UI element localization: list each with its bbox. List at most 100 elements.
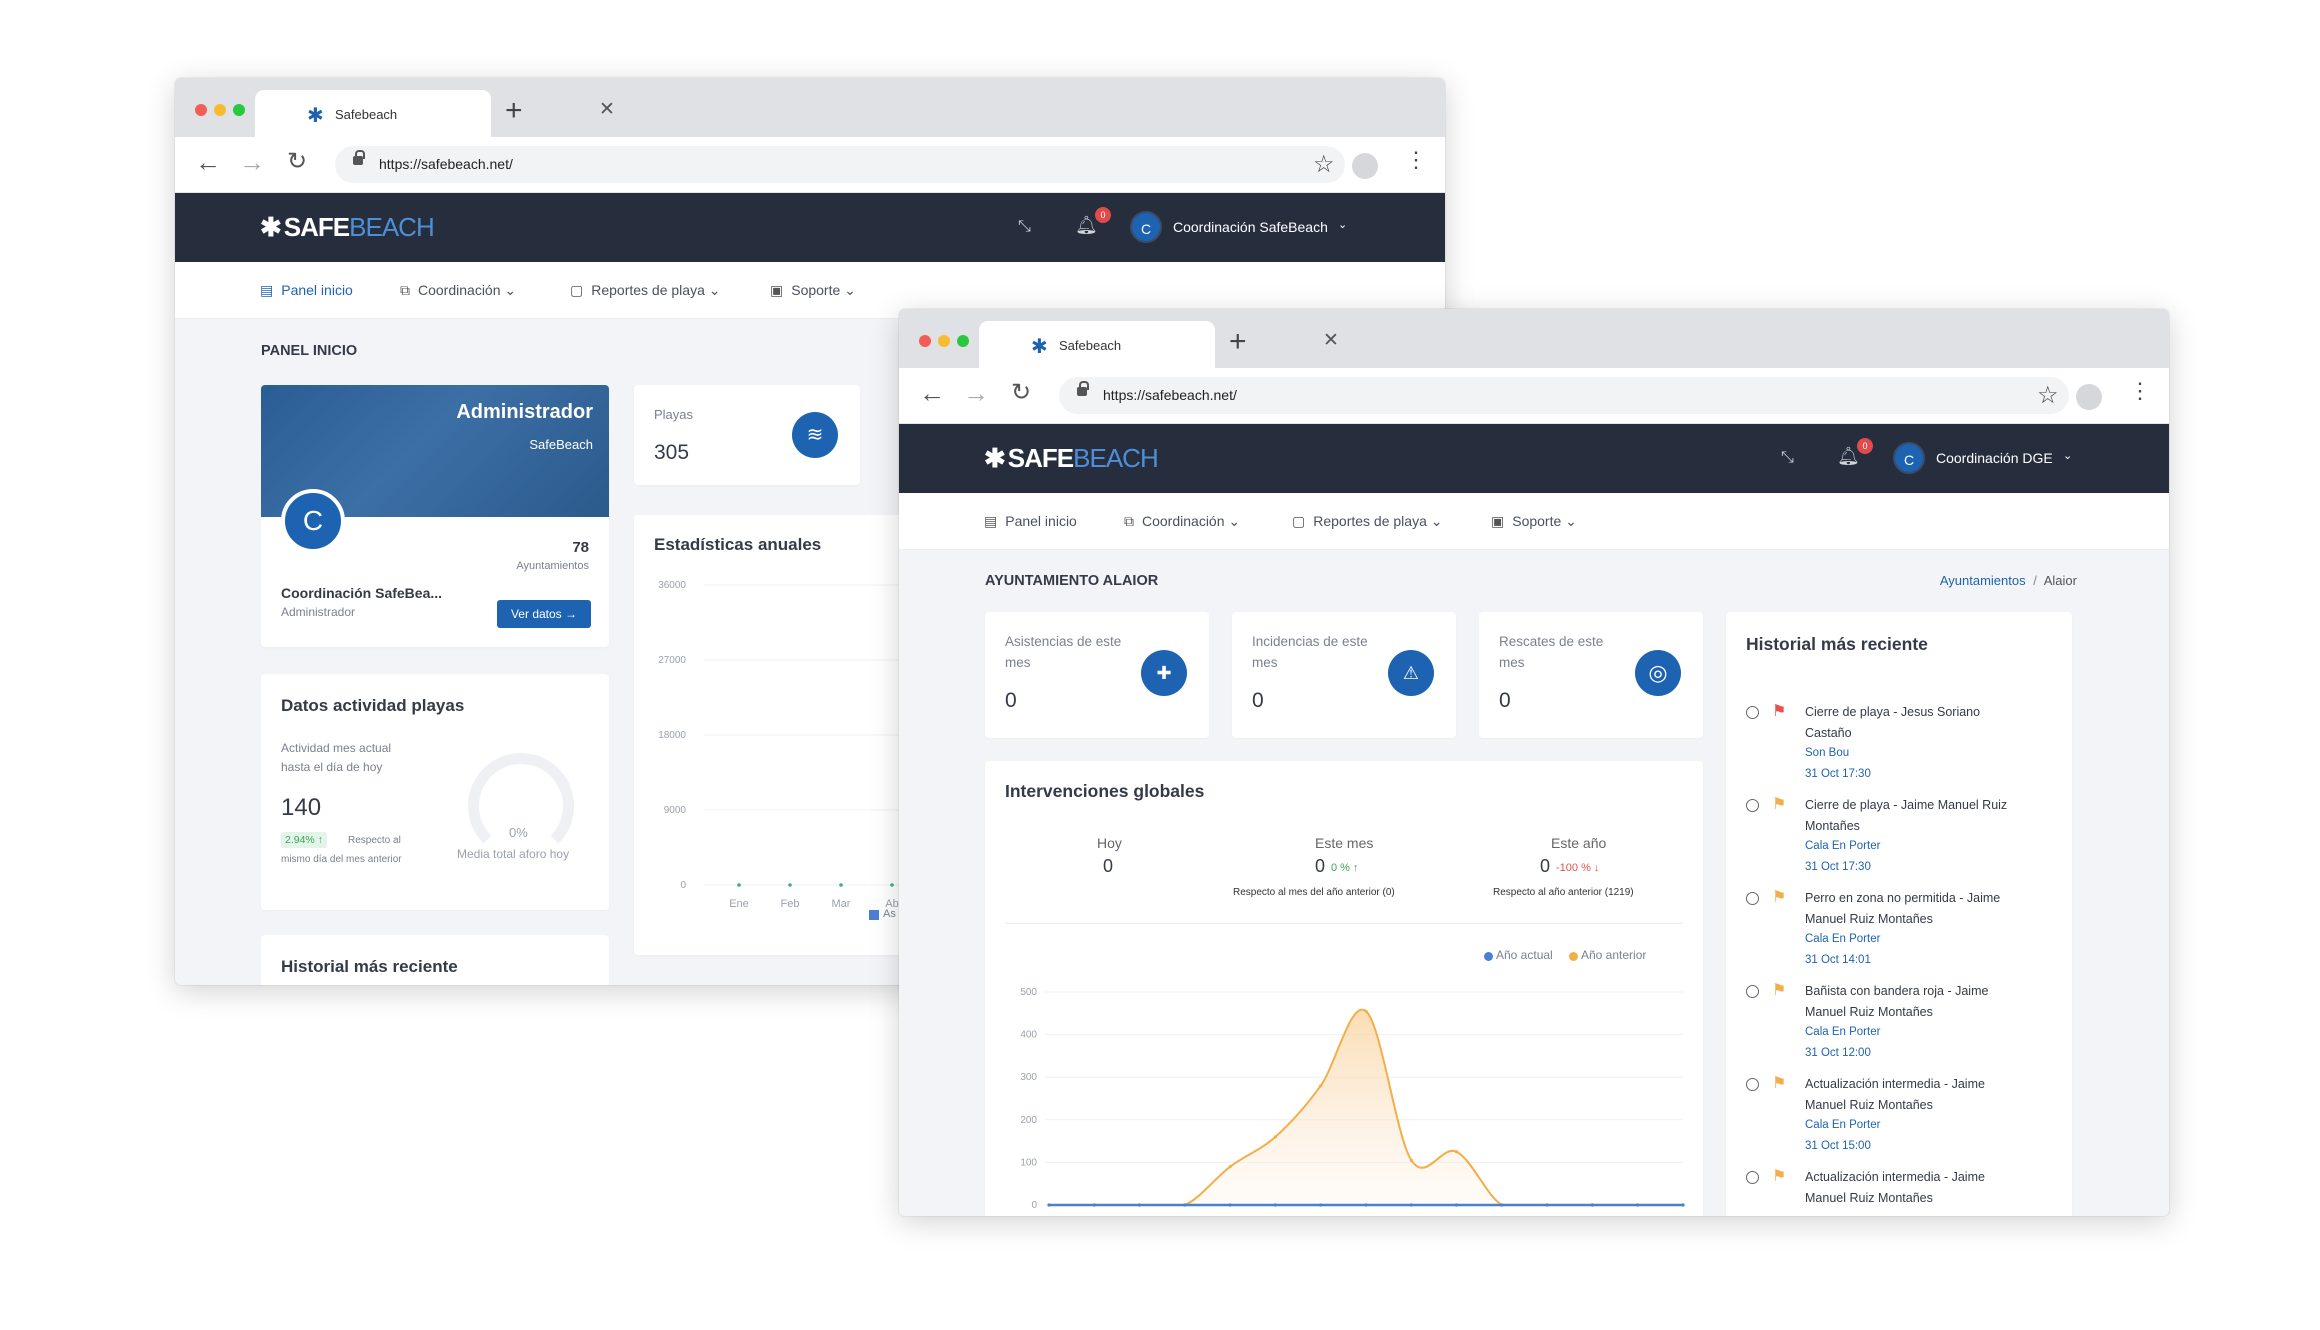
activity-pct-note-2: mismo día del mes anterior [281, 854, 402, 865]
user-name[interactable]: Coordinación DGE [1936, 450, 2053, 466]
chevron-down-icon[interactable]: ⌄ [2063, 451, 2072, 462]
y-tick-label: 18000 [658, 730, 686, 741]
close-window-dot[interactable] [195, 104, 207, 116]
history-item[interactable]: ⚑ Cierre de playa - Jaime Manuel Ruiz Mon… [1726, 795, 2072, 885]
history-place[interactable]: Cala En Porter [1805, 1119, 1880, 1131]
aforo-gauge [468, 753, 574, 859]
activity-pct-badge: 2.94% ↑ [281, 832, 327, 848]
legend-label: As [883, 908, 896, 920]
history-item[interactable]: ⚑ Cierre de playa - Jesus Soriano Castaño… [1726, 702, 2072, 792]
menu-reportes[interactable]: ▢ Reportes de playa ⌄ [570, 282, 721, 299]
menu-coordinacion[interactable]: ⧉ Coordinación ⌄ [1124, 513, 1240, 530]
forward-arrow-icon[interactable]: → [963, 380, 989, 406]
history-place[interactable]: Son Bou [1805, 747, 1849, 759]
safebeach-logo[interactable]: ✱ SAFEBEACH [984, 443, 1159, 473]
menu-reportes[interactable]: ▢ Reportes de playa ⌄ [1292, 513, 1443, 530]
compress-icon[interactable]: ⤡ [1781, 450, 1794, 466]
activity-card: Datos actividad playas Actividad mes act… [261, 674, 609, 910]
user-avatar[interactable]: C [1893, 442, 1925, 474]
bookmark-star-icon[interactable]: ☆ [1313, 150, 1335, 179]
maximize-window-dot[interactable] [233, 104, 245, 116]
logo-mark-icon: ✱ [984, 443, 1006, 473]
gauge-value: 0% [509, 825, 528, 840]
previous-year-point [1454, 1150, 1459, 1154]
url-field[interactable]: https://safebeach.net/ ☆ [1059, 377, 2069, 414]
playas-card: Playas 305 ≋ [634, 385, 860, 485]
menu-soporte[interactable]: ▣ Soporte ⌄ [1491, 513, 1577, 530]
minimize-window-dot[interactable] [214, 104, 226, 116]
user-avatar[interactable]: C [1130, 211, 1162, 243]
logo-mark-icon: ✱ [260, 212, 282, 242]
flag-icon: ⚑ [1772, 1168, 1787, 1185]
history-place[interactable]: Cala En Porter [1805, 840, 1880, 852]
stat-label-1: Asistencias de este [1005, 634, 1122, 649]
safebeach-logo[interactable]: ✱ SAFEBEACH [260, 212, 435, 242]
browser-tab[interactable]: ✱ Safebeach [255, 90, 491, 137]
reload-icon[interactable]: ↻ [1011, 381, 1031, 405]
bookmark-star-icon[interactable]: ☆ [2037, 381, 2059, 410]
menu-panel-inicio[interactable]: ▤ Panel inicio [984, 513, 1077, 530]
logo-text-beach: BEACH [1073, 443, 1159, 473]
monitor-icon: ⧉ [400, 282, 410, 298]
new-tab-icon[interactable]: + [505, 96, 523, 126]
menu-soporte[interactable]: ▣ Soporte ⌄ [770, 282, 856, 299]
x-tick-label: Feb [781, 898, 800, 910]
medkit-icon: ✚ [1141, 650, 1187, 696]
close-tab-icon[interactable]: ✕ [1323, 331, 1339, 350]
previous-year-area [1049, 1009, 1683, 1205]
annual-stats-card: Estadísticas anuales 0 9000 18000 27000 3600… [634, 515, 934, 955]
history-place[interactable]: Cala En Porter [1805, 1026, 1880, 1038]
close-window-dot[interactable] [919, 335, 931, 347]
chevron-down-icon[interactable]: ⌄ [1338, 220, 1347, 231]
page-title: PANEL INICIO [261, 343, 358, 359]
y-tick-label: 0 [680, 880, 686, 891]
profile-card: Administrador SafeBeach C 78 Ayuntamient… [261, 385, 609, 647]
menu-panel-inicio[interactable]: ▤ Panel inicio [260, 282, 353, 299]
url-field[interactable]: https://safebeach.net/ ☆ [335, 146, 1345, 183]
bell-icon[interactable]: 🔔︎ [1075, 216, 1098, 234]
activity-value: 140 [281, 794, 322, 821]
browser-menu-icon[interactable]: ⋮ [1405, 149, 1427, 171]
clipboard-icon: ▢ [570, 282, 584, 298]
logo-text-safe: SAFE [1007, 443, 1074, 473]
bell-icon[interactable]: 🔔︎ [1837, 447, 1860, 465]
browser-tab[interactable]: ✱ Safebeach [979, 321, 1215, 368]
back-arrow-icon[interactable]: ← [195, 149, 221, 175]
browser-menu-icon[interactable]: ⋮ [2129, 380, 2151, 402]
current-year-point [1183, 1203, 1187, 1207]
browser-profile-icon[interactable] [2076, 384, 2102, 410]
y-tick-label: 200 [1020, 1115, 1037, 1126]
stat-card-rescates: Rescates de este mes 0 ◎ [1479, 612, 1703, 738]
warning-icon: ⚠︎ [1388, 650, 1434, 696]
history-item[interactable]: ⚑ Actualización intermedia - Jaime Manuel… [1726, 1074, 2072, 1164]
front-history-card: Historial más reciente ⚑ Cierre de playa … [1726, 612, 2072, 1216]
stat-value: 0 [1252, 689, 1264, 712]
history-place[interactable]: Cala En Porter [1805, 933, 1880, 945]
stat-card-incidencias: Incidencias de este mes 0 ⚠︎ [1232, 612, 1456, 738]
history-item[interactable]: ⚑ Perro en zona no permitida - Jaime Manu… [1726, 888, 2072, 978]
compress-icon[interactable]: ⤡ [1018, 219, 1031, 235]
new-tab-icon[interactable]: + [1229, 327, 1247, 357]
minimize-window-dot[interactable] [938, 335, 950, 347]
browser-profile-icon[interactable] [1352, 153, 1378, 179]
reload-icon[interactable]: ↻ [287, 150, 307, 174]
back-arrow-icon[interactable]: ← [919, 380, 945, 406]
history-date: 31 Oct 15:00 [1805, 1140, 1871, 1152]
y-tick-label: 400 [1020, 1030, 1037, 1041]
playas-value: 305 [654, 441, 690, 464]
breadcrumb-link[interactable]: Ayuntamientos [1940, 573, 2026, 588]
previous-year-point [1273, 1135, 1278, 1139]
activity-title: Datos actividad playas [281, 696, 465, 715]
forward-arrow-icon[interactable]: → [239, 149, 265, 175]
menu-coordinacion[interactable]: ⧉ Coordinación ⌄ [400, 282, 516, 299]
profile-role-title: Administrador [456, 401, 593, 423]
tab-bar: ✱ Safebeach + ✕ [899, 309, 2169, 368]
close-tab-icon[interactable]: ✕ [599, 100, 615, 119]
user-name[interactable]: Coordinación SafeBeach [1173, 219, 1328, 235]
ver-datos-button[interactable]: Ver datos → [497, 600, 591, 628]
clock-icon [1746, 799, 1759, 812]
previous-year-point [1319, 1084, 1323, 1088]
maximize-window-dot[interactable] [957, 335, 969, 347]
history-item[interactable]: ⚑ Actualización intermedia - Jaime Manuel… [1726, 1167, 2072, 1216]
history-item[interactable]: ⚑ Bañista con bandera roja - Jaime Manuel… [1726, 981, 2072, 1071]
